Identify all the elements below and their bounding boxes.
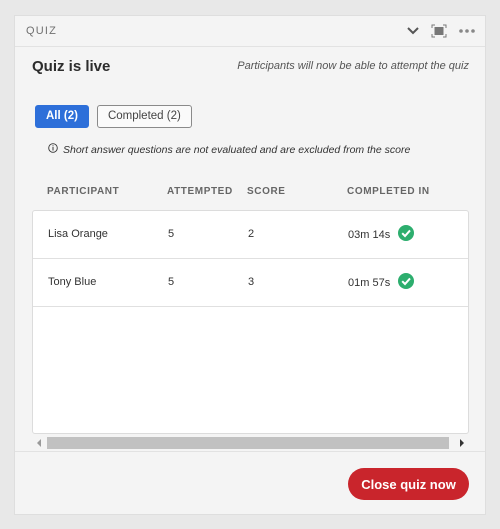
quiz-status-note: Participants will now be able to attempt… [237,60,469,72]
completed-in: 03m 14s [348,225,415,244]
completed-time: 03m 14s [348,228,391,241]
quiz-status-title: Quiz is live [32,58,111,75]
completed-time: 01m 57s [348,276,391,289]
column-header-participant[interactable]: PARTICIPANT [47,186,119,197]
close-quiz-button[interactable]: Close quiz now [348,468,469,500]
column-header-score[interactable]: SCORE [247,186,286,197]
filter-all-tab[interactable]: All (2) [35,105,89,128]
chevron-down-icon[interactable] [407,27,419,35]
column-header-attempted[interactable]: ATTEMPTED [167,186,233,197]
attempted-count: 5 [168,276,175,288]
attempted-count: 5 [168,228,175,240]
scroll-right-arrow-icon[interactable] [460,439,464,447]
fullscreen-icon[interactable] [431,24,447,38]
panel-title: QUIZ [26,25,58,37]
check-circle-icon [398,273,415,292]
participant-name: Tony Blue [48,276,97,288]
footer-divider [15,451,485,452]
participants-table: Lisa Orange 5 2 03m 14s Tony Blue 5 3 01… [32,210,469,434]
info-message: Short answer questions are not evaluated… [48,143,410,156]
table-row[interactable]: Tony Blue 5 3 01m 57s [33,259,468,307]
more-icon[interactable] [459,29,475,33]
scroll-left-arrow-icon[interactable] [37,439,41,447]
quiz-status-bar: Quiz is live Participants will now be ab… [32,58,469,78]
info-text: Short answer questions are not evaluated… [63,143,411,156]
column-header-completed-in[interactable]: COMPLETED IN [347,186,430,197]
check-circle-icon [398,225,415,244]
info-icon [48,143,58,156]
horizontal-scrollbar[interactable] [32,436,469,450]
filter-tabs: All (2) Completed (2) [35,105,192,128]
quiz-panel: QUIZ Quiz is live Participants will now … [14,15,486,515]
score-value: 3 [248,276,255,288]
panel-header: QUIZ [15,16,485,47]
filter-completed-tab[interactable]: Completed (2) [96,105,192,128]
table-row[interactable]: Lisa Orange 5 2 03m 14s [33,211,468,259]
completed-in: 01m 57s [348,273,415,292]
score-value: 2 [248,228,255,240]
participant-name: Lisa Orange [48,228,108,240]
scrollbar-thumb[interactable] [47,437,449,449]
